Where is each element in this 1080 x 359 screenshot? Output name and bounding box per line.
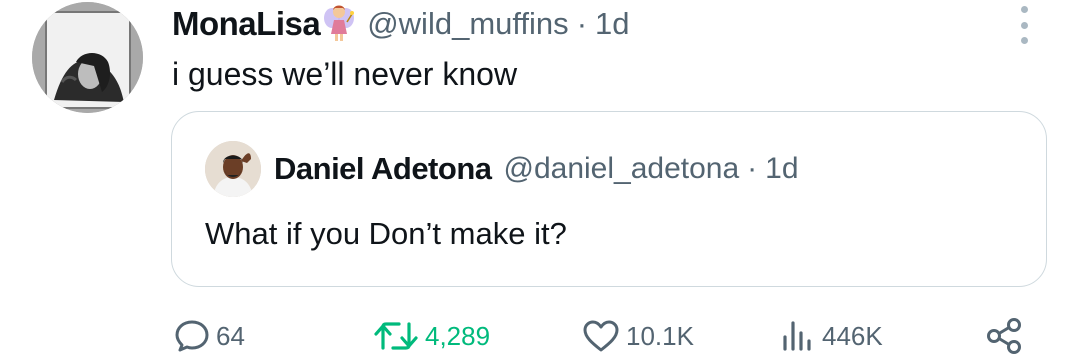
like-button[interactable]: 10.1K [582, 316, 694, 356]
like-icon [583, 320, 619, 352]
tweet-action-bar: 64 4,289 10.1K 446K [0, 310, 1080, 359]
quoted-author-handle[interactable]: @daniel_adetona [504, 152, 740, 186]
tweet-text: i guess we’ll never know [172, 56, 518, 92]
tweet-timestamp[interactable]: 1d [595, 6, 629, 42]
reply-count: 64 [216, 320, 245, 351]
tweet[interactable]: MonaLisa @wild_muffins · 1d i guess we’l… [0, 0, 1080, 359]
share-icon [987, 318, 1021, 354]
fairy-emoji-icon [323, 2, 355, 47]
author-handle[interactable]: @wild_muffins [367, 6, 568, 42]
views-count: 446K [822, 320, 883, 351]
header-separator: · [576, 6, 588, 41]
retweet-button[interactable]: 4,289 [373, 316, 490, 356]
quoted-tweet-timestamp[interactable]: 1d [765, 152, 798, 186]
retweet-count: 4,289 [425, 320, 491, 351]
kebab-dot [1020, 37, 1028, 44]
kebab-dot [1020, 6, 1028, 13]
quoted-author-avatar[interactable] [205, 141, 261, 197]
reply-icon [175, 320, 209, 352]
quoted-tweet-text: What if you Don’t make it? [205, 216, 567, 251]
kebab-dot [1020, 21, 1028, 29]
tweet-header: MonaLisa @wild_muffins · 1d [172, 2, 630, 46]
share-button[interactable] [985, 316, 1023, 356]
retweet-icon [374, 322, 418, 350]
quoted-tweet-card[interactable]: Daniel Adetona @daniel_adetona · 1d What… [171, 111, 1047, 287]
author-avatar[interactable] [32, 2, 143, 113]
views-button[interactable]: 446K [780, 316, 883, 356]
kebab-menu-icon[interactable] [1012, 6, 1036, 44]
quoted-tweet-header: Daniel Adetona @daniel_adetona · 1d [205, 141, 799, 197]
quoted-header-separator: · [747, 152, 758, 185]
reply-button[interactable]: 64 [174, 316, 245, 356]
author-display-name[interactable]: MonaLisa [172, 5, 321, 43]
quoted-author-display-name[interactable]: Daniel Adetona [274, 151, 492, 187]
like-count: 10.1K [626, 320, 694, 351]
views-icon [783, 321, 811, 351]
